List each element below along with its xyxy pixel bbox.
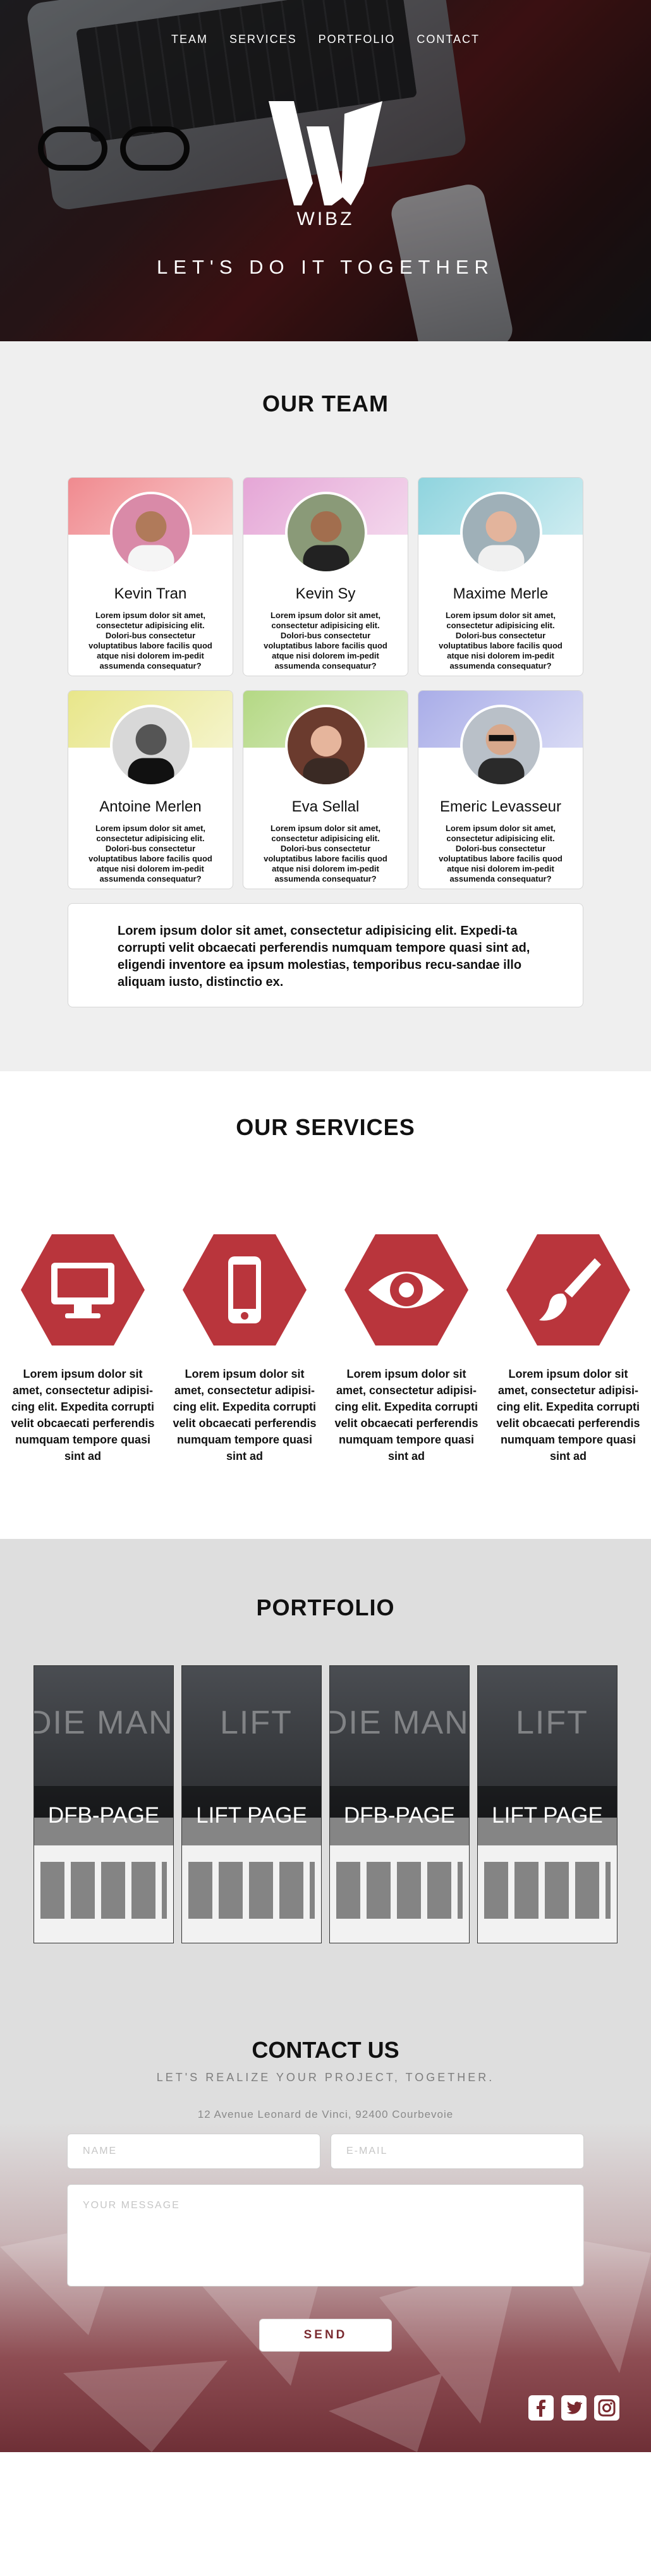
member-name: Antoine Merlen [99,798,202,815]
portfolio-bg-text: DIE MANNSCHAFT [329,1704,470,1741]
portfolio-label: LIFT PAGE [182,1786,321,1845]
brand-name: WIBZ [296,209,355,229]
team-card: Eva Sellal Lorem ipsum dolor sit amet, c… [243,690,408,889]
member-bio: Lorem ipsum dolor sit amet, consectetur … [88,823,212,884]
phone-icon [183,1234,307,1346]
portfolio-title: PORTFOLIO [256,1595,395,1620]
team-card: Kevin Sy Lorem ipsum dolor sit amet, con… [243,477,408,676]
member-bio: Lorem ipsum dolor sit amet, consectetur … [264,611,387,671]
service-text: Lorem ipsum dolor sit amet, consectetur … [173,1368,317,1462]
team-cards: Kevin Tran Lorem ipsum dolor sit amet, c… [68,477,583,889]
avatar [110,705,192,787]
instagram-icon[interactable] [594,2395,619,2421]
contact-form: SEND [67,2134,584,2352]
nav-portfolio[interactable]: PORTFOLIO [319,33,396,46]
member-name: Maxime Merle [453,585,549,602]
team-title: OUR TEAM [262,391,389,416]
hero: TEAM SERVICES PORTFOLIO CONTACT WIBZ LET… [0,0,651,341]
portfolio-label: LIFT PAGE [478,1786,617,1845]
service-text: Lorem ipsum dolor sit amet, consectetur … [11,1368,155,1462]
twitter-icon[interactable] [561,2395,587,2421]
hero-tagline: LET'S DO IT TOGETHER [157,256,494,278]
contact-address: 12 Avenue Leonard de Vinci, 92400 Courbe… [197,2108,454,2120]
email-field[interactable] [331,2134,584,2169]
service-item: Lorem ipsum dolor sit amet, consectetur … [333,1234,480,1464]
team-card: Maxime Merle Lorem ipsum dolor sit amet,… [418,477,583,676]
member-bio: Lorem ipsum dolor sit amet, consectetur … [439,823,563,884]
member-bio: Lorem ipsum dolor sit amet, consectetur … [439,611,563,671]
service-text: Lorem ipsum dolor sit amet, consectetur … [496,1368,640,1462]
member-name: Kevin Tran [114,585,187,602]
portfolio-bg-text: LIFT [516,1704,588,1741]
portfolio-grid: DIE MANNSCHAFT DFB-PAGE LIFT LIFT PAGE D… [0,1665,651,1943]
portfolio-label: DFB-PAGE [330,1786,469,1845]
portfolio-bg-text: DIE MANNSCHAFT [33,1704,174,1741]
message-field[interactable] [67,2184,584,2287]
service-text: Lorem ipsum dolor sit amet, consectetur … [334,1368,478,1462]
member-bio: Lorem ipsum dolor sit amet, consectetur … [264,823,387,884]
wibz-logo [269,101,382,205]
portfolio-item[interactable]: DIE MANNSCHAFT DFB-PAGE [33,1665,174,1943]
team-card: Kevin Tran Lorem ipsum dolor sit amet, c… [68,477,233,676]
portfolio-section: PORTFOLIO DIE MANNSCHAFT DFB-PAGE LIFT L… [0,1539,651,1981]
services-title: OUR SERVICES [236,1114,415,1140]
contact-subtitle: LET'S REALIZE YOUR PROJECT, TOGETHER. [156,2071,495,2084]
name-field[interactable] [67,2134,320,2169]
team-card: Emeric Levasseur Lorem ipsum dolor sit a… [418,690,583,889]
avatar [460,492,542,574]
social-links [528,2395,619,2421]
portfolio-label: DFB-PAGE [34,1786,173,1845]
portfolio-item[interactable]: DIE MANNSCHAFT DFB-PAGE [329,1665,470,1943]
member-name: Kevin Sy [295,585,356,602]
eye-icon [344,1234,468,1346]
page-footer [0,2452,651,2576]
contact-title: CONTACT US [252,2037,399,2063]
member-name: Emeric Levasseur [439,798,562,815]
facebook-icon[interactable] [528,2395,554,2421]
service-item: Lorem ipsum dolor sit amet, consectetur … [495,1234,642,1464]
avatar [110,492,192,574]
avatar [460,705,542,787]
team-section: OUR TEAM Kevin Tran Lorem ipsum dolor si… [0,341,651,1071]
service-item: Lorem ipsum dolor sit amet, consectetur … [9,1234,156,1464]
team-about-text: Lorem ipsum dolor sit amet, consectetur … [68,903,583,1007]
contact-section: CONTACT US LET'S REALIZE YOUR PROJECT, T… [0,1981,651,2452]
services-section: OUR SERVICES Lorem ipsum dolor sit amet,… [0,1071,651,1539]
portfolio-item[interactable]: LIFT LIFT PAGE [477,1665,618,1943]
avatar [285,492,367,574]
monitor-icon [21,1234,145,1346]
member-name: Eva Sellal [291,798,360,815]
avatar [285,705,367,787]
service-item: Lorem ipsum dolor sit amet, consectetur … [171,1234,318,1464]
nav-services[interactable]: SERVICES [229,33,297,46]
paintbrush-icon [506,1234,630,1346]
team-card: Antoine Merlen Lorem ipsum dolor sit ame… [68,690,233,889]
main-nav: TEAM SERVICES PORTFOLIO CONTACT [0,33,651,46]
nav-team[interactable]: TEAM [171,33,208,46]
send-button[interactable]: SEND [259,2319,392,2352]
portfolio-bg-text: LIFT [220,1704,293,1741]
nav-contact[interactable]: CONTACT [417,33,480,46]
portfolio-item[interactable]: LIFT LIFT PAGE [181,1665,322,1943]
services-list: Lorem ipsum dolor sit amet, consectetur … [9,1234,642,1464]
member-bio: Lorem ipsum dolor sit amet, consectetur … [88,611,212,671]
